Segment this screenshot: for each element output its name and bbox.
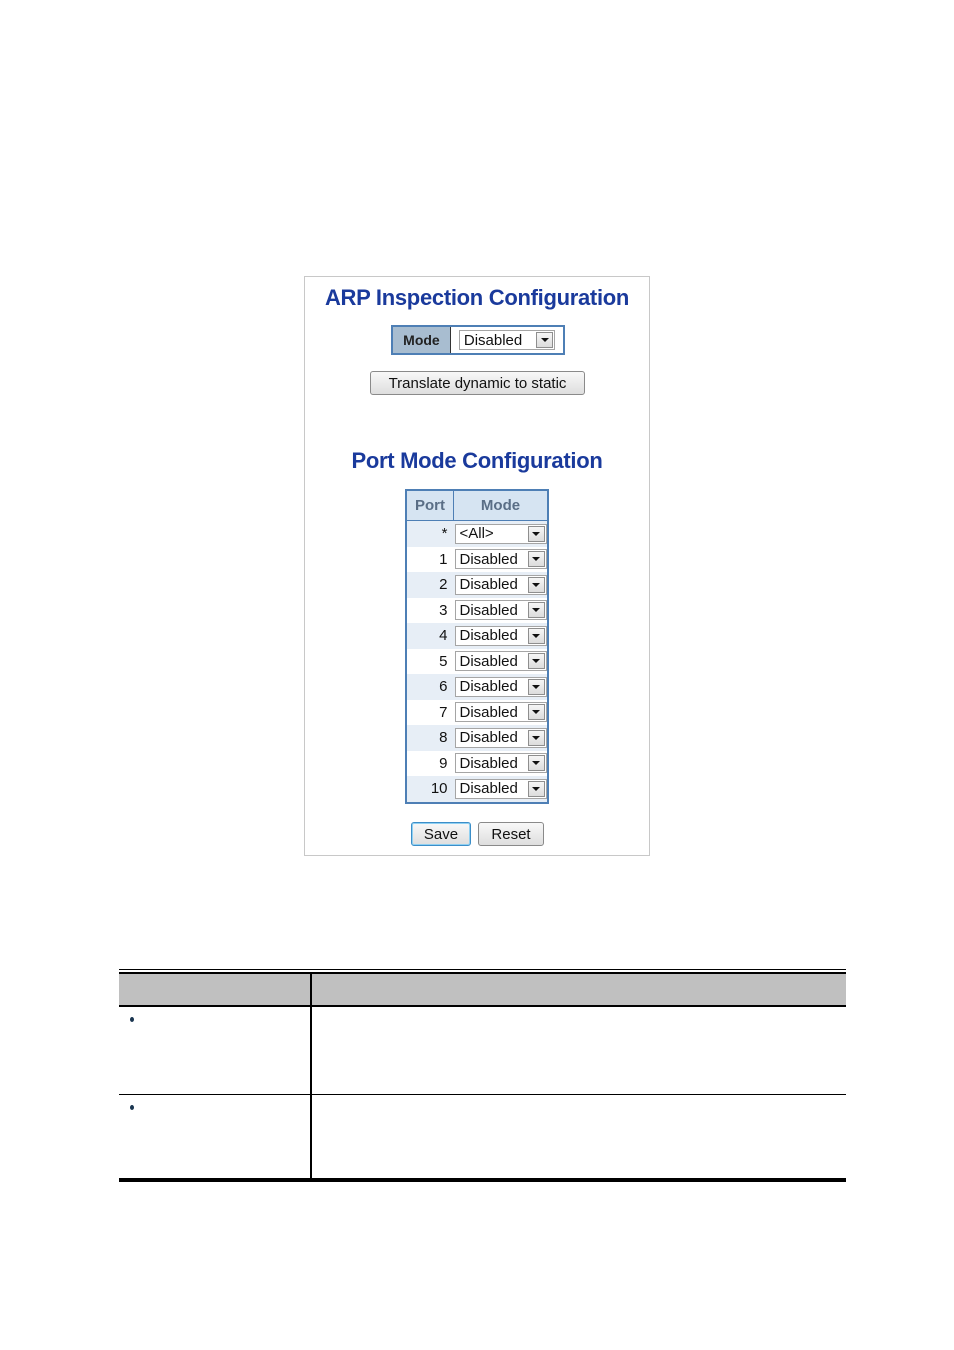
port-mode-select[interactable]: Disabled: [454, 651, 547, 672]
port-mode-select[interactable]: Disabled: [454, 727, 547, 748]
port-mode-value: Disabled: [459, 729, 518, 747]
bullet-icon: [130, 1105, 134, 1110]
port-row: 5 Disabled: [406, 648, 548, 674]
port-mode-cell: Disabled: [453, 750, 548, 776]
doc-row-description: [312, 1095, 846, 1182]
port-number: 8: [406, 725, 454, 751]
port-mode-value: Disabled: [459, 652, 518, 670]
port-row: 6 Disabled: [406, 674, 548, 700]
doc-table-row: [119, 1007, 846, 1095]
doc-row-object: [119, 1095, 312, 1182]
port-mode-value: Disabled: [459, 780, 518, 798]
port-mode-cell: Disabled: [453, 546, 548, 572]
port-row: * <All>: [406, 520, 548, 547]
doc-row-description: [312, 1007, 846, 1094]
port-number: 1: [406, 546, 454, 572]
chevron-down-icon[interactable]: [527, 678, 545, 695]
chevron-down-icon[interactable]: [527, 576, 545, 593]
chevron-down-icon[interactable]: [536, 332, 553, 348]
translate-dynamic-to-static-button[interactable]: Translate dynamic to static: [370, 371, 585, 395]
port-mode-select[interactable]: Disabled: [454, 549, 547, 570]
port-number: 4: [406, 623, 454, 649]
port-mode-cell: Disabled: [453, 725, 548, 751]
table-bottom-rule: [119, 1178, 846, 1182]
doc-header-description: [312, 974, 846, 1005]
port-mode-value: Disabled: [459, 678, 518, 696]
port-row: 1 Disabled: [406, 546, 548, 572]
port-mode-select[interactable]: Disabled: [454, 625, 547, 646]
port-mode-select[interactable]: Disabled: [454, 600, 547, 621]
port-number: 3: [406, 597, 454, 623]
doc-header-object: [119, 974, 312, 1005]
port-mode-value: Disabled: [459, 627, 518, 645]
port-mode-value: Disabled: [459, 703, 518, 721]
port-number: 7: [406, 699, 454, 725]
port-mode-select[interactable]: <All>: [454, 523, 547, 544]
port-mode-cell: Disabled: [453, 597, 548, 623]
port-mode-select[interactable]: Disabled: [454, 778, 547, 799]
reset-button[interactable]: Reset: [478, 822, 544, 846]
port-number: 6: [406, 674, 454, 700]
port-mode-cell: Disabled: [453, 776, 548, 803]
port-number: 9: [406, 750, 454, 776]
port-mode-select[interactable]: Disabled: [454, 676, 547, 697]
mode-label: Mode: [393, 327, 451, 353]
port-number: 2: [406, 572, 454, 598]
port-mode-value: Disabled: [459, 550, 518, 568]
chevron-down-icon[interactable]: [527, 602, 545, 619]
port-mode-cell: Disabled: [453, 623, 548, 649]
column-header-mode: Mode: [453, 490, 548, 521]
doc-table-row: [119, 1095, 846, 1182]
chevron-down-icon[interactable]: [527, 525, 545, 542]
port-mode-value: Disabled: [459, 601, 518, 619]
port-mode-cell: Disabled: [453, 648, 548, 674]
chevron-down-icon[interactable]: [527, 755, 545, 772]
page-title: ARP Inspection Configuration: [324, 285, 630, 310]
port-mode-select[interactable]: Disabled: [454, 702, 547, 723]
port-mode-table: Port Mode * <All> 1 Disabled 2 Disabled 3 Disab…: [405, 489, 549, 804]
port-number: 5: [406, 648, 454, 674]
port-mode-cell: Disabled: [453, 572, 548, 598]
port-row: 8 Disabled: [406, 725, 548, 751]
save-button[interactable]: Save: [411, 822, 471, 846]
port-row: 9 Disabled: [406, 750, 548, 776]
mode-select-value: Disabled: [463, 331, 523, 349]
port-row: 7 Disabled: [406, 699, 548, 725]
port-mode-cell: Disabled: [453, 699, 548, 725]
port-mode-title: Port Mode Configuration: [351, 448, 603, 473]
port-number: *: [406, 520, 454, 547]
port-row: 2 Disabled: [406, 572, 548, 598]
parameter-description-table: [119, 969, 846, 1182]
bullet-icon: [130, 1017, 134, 1022]
chevron-down-icon[interactable]: [527, 551, 545, 568]
port-mode-value: Disabled: [459, 576, 518, 594]
doc-table-header: [119, 974, 846, 1007]
port-mode-cell: <All>: [453, 520, 548, 547]
port-mode-value: Disabled: [459, 754, 518, 772]
port-row: 4 Disabled: [406, 623, 548, 649]
chevron-down-icon[interactable]: [527, 704, 545, 721]
mode-row: Mode Disabled: [391, 325, 565, 355]
arp-config-panel: ARP Inspection Configuration Mode Disabl…: [304, 276, 650, 856]
column-header-port: Port: [406, 490, 454, 521]
port-row: 10 Disabled: [406, 776, 548, 803]
port-mode-select[interactable]: Disabled: [454, 574, 547, 595]
port-mode-value: <All>: [459, 525, 494, 543]
chevron-down-icon[interactable]: [527, 780, 545, 797]
port-mode-cell: Disabled: [453, 674, 548, 700]
doc-row-object: [119, 1007, 312, 1094]
chevron-down-icon[interactable]: [527, 627, 545, 644]
port-mode-select[interactable]: Disabled: [454, 753, 547, 774]
port-number: 10: [406, 776, 454, 803]
mode-select[interactable]: Disabled: [458, 330, 555, 350]
port-row: 3 Disabled: [406, 597, 548, 623]
chevron-down-icon[interactable]: [527, 729, 545, 746]
chevron-down-icon[interactable]: [527, 653, 545, 670]
